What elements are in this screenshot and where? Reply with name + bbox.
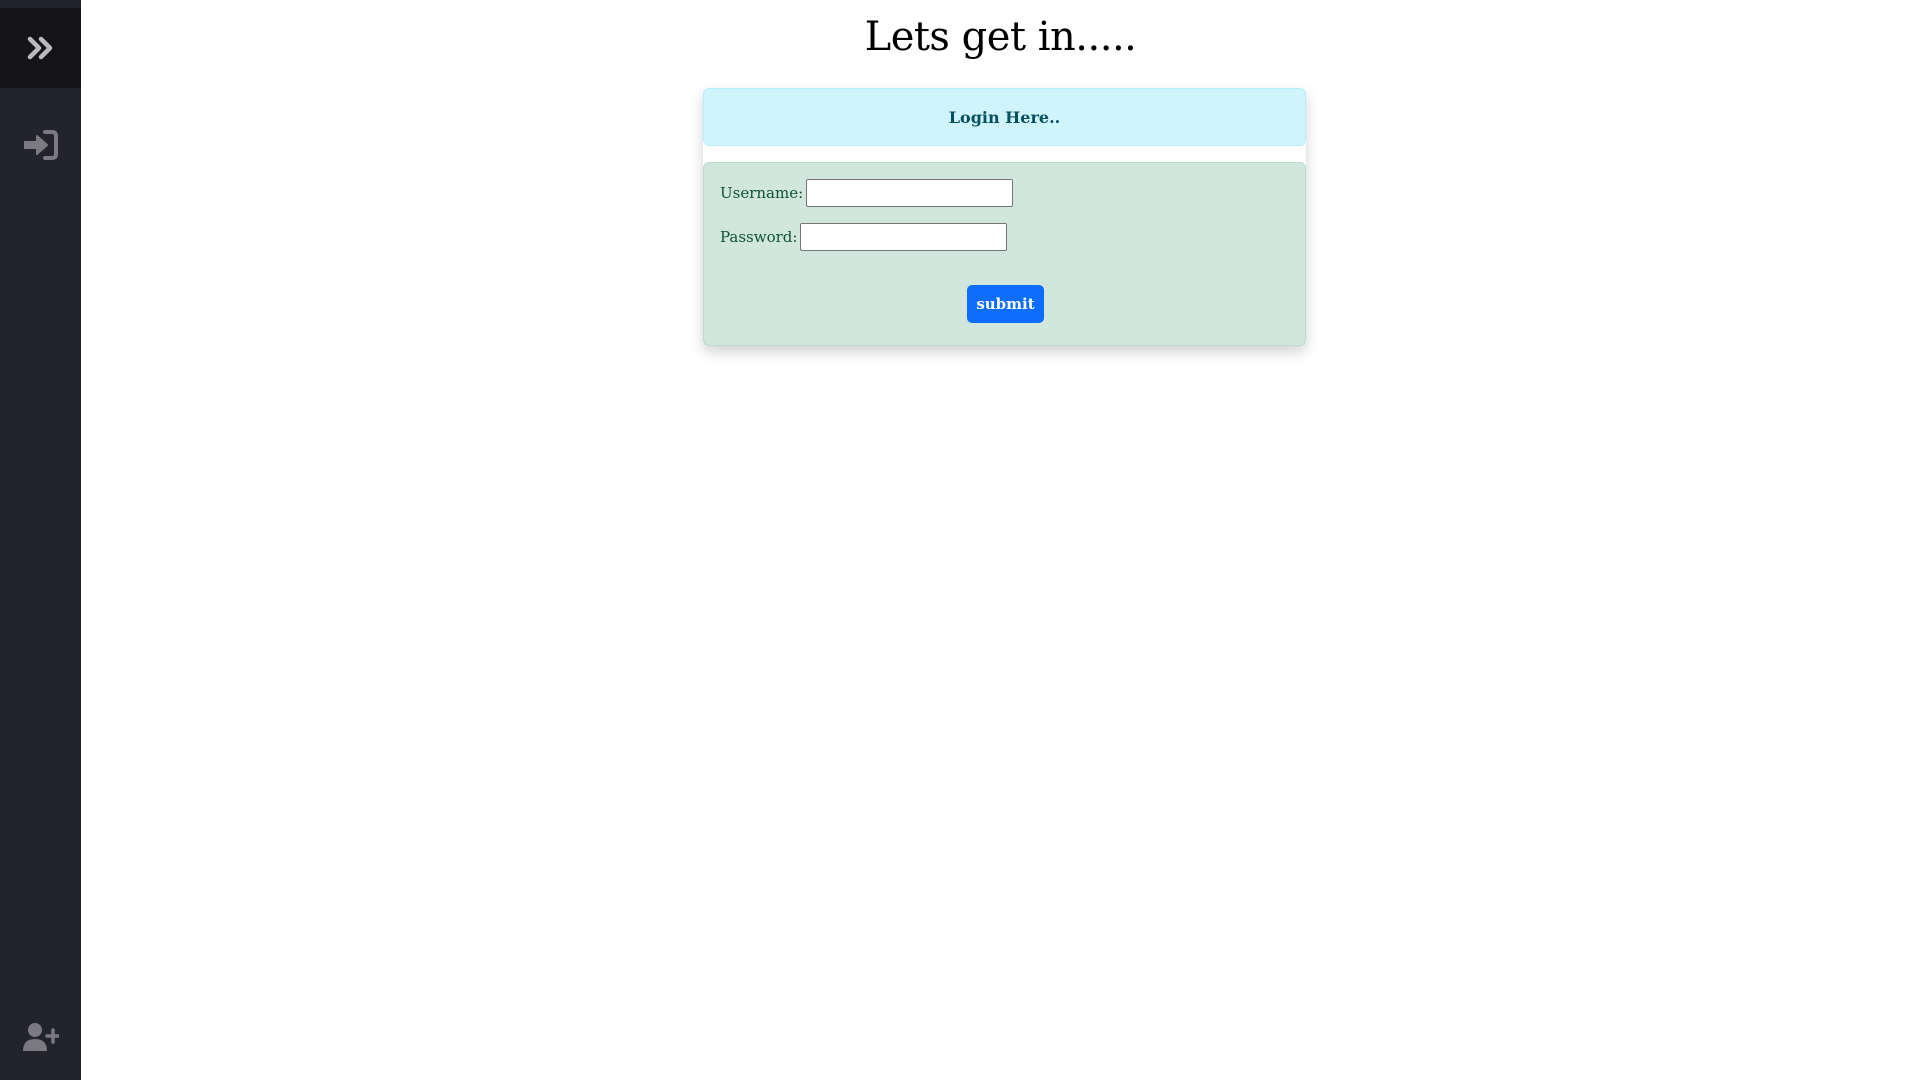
sidebar-item-signup[interactable]: [0, 1007, 81, 1067]
login-card: Login Here.. Username: Password: submit: [703, 88, 1306, 346]
double-chevron-right-icon: [27, 36, 52, 60]
password-row: Password:: [720, 223, 1008, 251]
page-title: Lets get in.....: [864, 14, 1137, 60]
username-input[interactable]: [806, 179, 1014, 207]
main-content: Lets get in..... Login Here.. Username: …: [81, 0, 1920, 1080]
username-row: Username:: [720, 179, 1014, 207]
sidebar-item-login[interactable]: [0, 115, 81, 175]
password-input[interactable]: [800, 223, 1008, 251]
sidebar: [0, 0, 81, 1080]
sidebar-toggle-button[interactable]: [0, 8, 81, 88]
submit-button[interactable]: submit: [967, 285, 1044, 323]
login-card-header: Login Here..: [703, 88, 1306, 146]
sign-in-icon: [23, 130, 58, 160]
login-form: Username: Password: submit: [703, 162, 1306, 346]
password-label: Password:: [720, 228, 798, 246]
user-plus-icon: [22, 1023, 59, 1051]
username-label: Username:: [720, 184, 804, 202]
